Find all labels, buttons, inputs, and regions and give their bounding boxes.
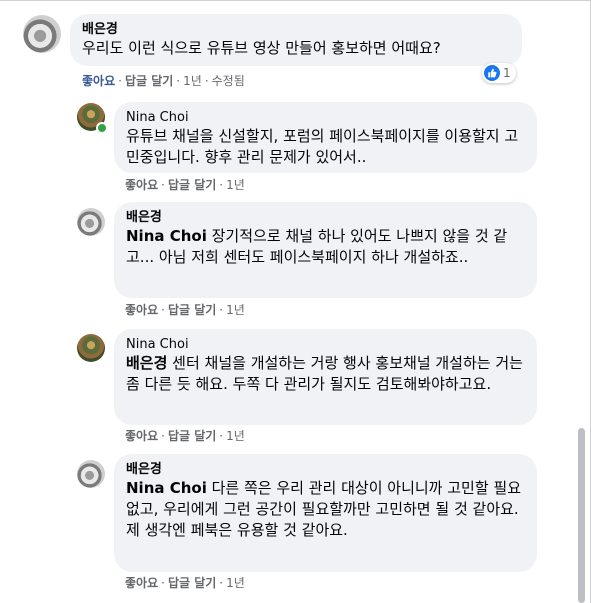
reply-2: 배은경 Nina Choi 장기적으로 채널 하나 있어도 나쁘지 않을 것 같… xyxy=(0,200,591,330)
timestamp[interactable]: 1년 xyxy=(183,74,202,88)
comment-actions: 좋아요 · 답글 달기 · 1년 · 수정됨 xyxy=(82,74,245,88)
comment-body: 센터 채널을 개설하는 거랑 행사 홍보채널 개설하는 거는 좀 다른 듯 해요… xyxy=(126,354,523,393)
timestamp[interactable]: 1년 xyxy=(226,178,245,192)
reply-button[interactable]: 답글 달기 xyxy=(168,429,216,443)
scrollbar[interactable] xyxy=(573,0,587,603)
reply-4: 배은경 Nina Choi 다른 쪽은 우리 관리 대상이 아니니까 고민할 필… xyxy=(0,452,591,603)
comment-actions: 좋아요 · 답글 달기 · 1년 xyxy=(125,576,245,590)
comment-text: Nina Choi 다른 쪽은 우리 관리 대상이 아니니까 고민할 필요 없고… xyxy=(126,478,525,541)
reply-1: Nina Choi 유튜브 채널을 신설할지, 포럼의 페이스북페이지를 이용할… xyxy=(0,95,591,205)
mention-link[interactable]: 배은경 xyxy=(126,354,167,372)
comment-bubble: 배은경 우리도 이런 식으로 유튜브 영상 만들어 홍보하면 어때요? xyxy=(70,14,522,66)
comment-bubble: 배은경 Nina Choi 장기적으로 채널 하나 있어도 나쁘지 않을 것 같… xyxy=(114,202,537,298)
reaction-count: 1 xyxy=(503,66,511,80)
comment-actions: 좋아요 · 답글 달기 · 1년 xyxy=(125,429,245,443)
mention-link[interactable]: Nina Choi xyxy=(126,479,207,497)
timestamp[interactable]: 1년 xyxy=(226,429,245,443)
comment-author[interactable]: Nina Choi xyxy=(126,337,525,353)
comment-author[interactable]: 배은경 xyxy=(82,22,510,38)
comment-author[interactable]: Nina Choi xyxy=(126,110,525,126)
comment-actions: 좋아요 · 답글 달기 · 1년 xyxy=(125,303,245,317)
avatar[interactable] xyxy=(77,460,105,488)
comment-actions: 좋아요 · 답글 달기 · 1년 xyxy=(125,178,245,192)
online-status-icon xyxy=(96,122,108,134)
comment-text: 우리도 이런 식으로 유튜브 영상 만들어 홍보하면 어때요? xyxy=(82,39,441,57)
scrollbar-thumb[interactable] xyxy=(578,428,585,603)
reply-button[interactable]: 답글 달기 xyxy=(168,576,216,590)
like-button[interactable]: 좋아요 xyxy=(125,303,158,317)
reply-button[interactable]: 답글 달기 xyxy=(168,303,216,317)
comment-text: 유튜브 채널을 신설할지, 포럼의 페이스북페이지를 이용할지 고민중입니다. … xyxy=(126,127,519,166)
comment-author[interactable]: 배은경 xyxy=(126,462,525,478)
timestamp[interactable]: 1년 xyxy=(226,576,245,590)
comment-text: 배은경 센터 채널을 개설하는 거랑 행사 홍보채널 개설하는 거는 좀 다른 … xyxy=(126,353,525,395)
like-button[interactable]: 좋아요 xyxy=(125,178,158,192)
comment-text: Nina Choi 장기적으로 채널 하나 있어도 나쁘지 않을 것 같고...… xyxy=(126,226,525,268)
avatar[interactable] xyxy=(23,15,61,53)
reply-button[interactable]: 답글 달기 xyxy=(125,74,173,88)
comment-bubble: 배은경 Nina Choi 다른 쪽은 우리 관리 대상이 아니니까 고민할 필… xyxy=(114,454,537,572)
mention-link[interactable]: Nina Choi xyxy=(126,227,207,245)
thumbs-up-icon xyxy=(484,65,500,81)
comment-bubble: Nina Choi 유튜브 채널을 신설할지, 포럼의 페이스북페이지를 이용할… xyxy=(114,102,537,173)
avatar[interactable] xyxy=(77,334,105,362)
like-button[interactable]: 좋아요 xyxy=(82,74,115,88)
reply-button[interactable]: 답글 달기 xyxy=(168,178,216,192)
reply-3: Nina Choi 배은경 센터 채널을 개설하는 거랑 행사 홍보채널 개설하… xyxy=(0,326,591,451)
comment-bubble: Nina Choi 배은경 센터 채널을 개설하는 거랑 행사 홍보채널 개설하… xyxy=(114,329,537,425)
like-button[interactable]: 좋아요 xyxy=(125,429,158,443)
avatar[interactable] xyxy=(77,208,105,236)
like-button[interactable]: 좋아요 xyxy=(125,576,158,590)
timestamp[interactable]: 1년 xyxy=(226,303,245,317)
edited-label: 수정됨 xyxy=(211,74,245,88)
reaction-badge[interactable]: 1 xyxy=(482,63,516,83)
comment-author[interactable]: 배은경 xyxy=(126,210,525,226)
comment-1: 배은경 우리도 이런 식으로 유튜브 영상 만들어 홍보하면 어때요? 1 좋아… xyxy=(0,0,591,95)
